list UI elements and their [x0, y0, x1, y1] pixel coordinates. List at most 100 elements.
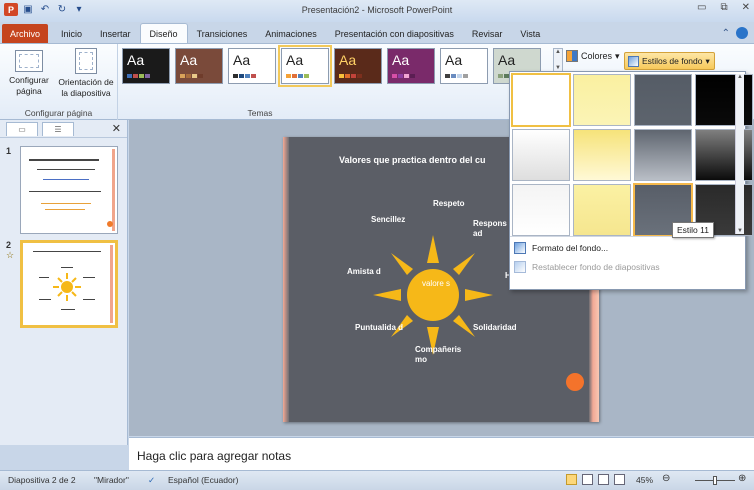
word-solidaridad: Solidaridad	[473, 323, 517, 332]
sun-center-text: valore s	[421, 279, 450, 288]
slide-thumbnail-2[interactable]: 2 ☆	[6, 240, 118, 328]
background-style-swatch[interactable]	[634, 129, 692, 181]
tab-inicio[interactable]: Inicio	[52, 24, 91, 44]
title-bar: P ▣ ↶ ↻ ▾ Presentación2 - Microsoft Powe…	[0, 0, 754, 22]
theme-sample-text: Aa	[180, 52, 198, 68]
tab-insertar[interactable]: Insertar	[91, 24, 140, 44]
tab-vista[interactable]: Vista	[511, 24, 549, 44]
orange-dot	[566, 373, 584, 391]
background-styles-dropdown: ▲ ▼ Formato del fondo... Restablecer fond…	[509, 71, 753, 290]
format-background-icon	[514, 242, 526, 254]
orientacion-button[interactable]: Orientación de la diapositiva	[56, 48, 116, 99]
background-styles-icon	[628, 55, 639, 67]
background-style-swatch[interactable]	[573, 129, 631, 181]
thumb-sun-icon	[39, 267, 95, 310]
zoom-slider-thumb[interactable]	[713, 476, 717, 485]
tab-presentacion[interactable]: Presentación con diapositivas	[326, 24, 463, 44]
theme-thumbnail[interactable]: Aa	[278, 45, 332, 87]
tab-slides-icon[interactable]: ▭	[6, 121, 38, 136]
theme-thumbnail[interactable]: Aa	[175, 48, 223, 84]
configurar-pagina-button[interactable]: Configurar página	[4, 48, 54, 97]
tab-revisar[interactable]: Revisar	[463, 24, 512, 44]
word-puntualidad: Puntualida d	[355, 323, 403, 332]
notes-pane[interactable]: Haga clic para agregar notas	[129, 437, 754, 470]
sun-shape[interactable]	[373, 235, 493, 355]
thumbnail-image	[20, 146, 118, 234]
slide-thumbnail-1[interactable]: 1	[6, 146, 118, 234]
group-label-temas: Temas	[247, 108, 273, 118]
background-style-swatch[interactable]	[573, 184, 631, 236]
slide-number-text: 2	[6, 240, 12, 250]
animation-star-icon: ☆	[6, 250, 15, 260]
slide-title[interactable]: Valores que practica dentro del cu	[339, 155, 486, 165]
word-respeto: Respeto	[433, 199, 465, 208]
tab-archivo[interactable]: Archivo	[2, 24, 49, 44]
spellcheck-icon[interactable]: ✓	[148, 475, 155, 486]
background-style-swatch[interactable]	[511, 73, 571, 127]
slideshow-view-icon[interactable]	[614, 474, 625, 485]
theme-sample-text: Aa	[392, 52, 410, 68]
theme-sample-text: Aa	[445, 52, 463, 68]
style-tooltip: Estilo 11	[672, 222, 714, 238]
word-responsabilidad: Respons ad	[473, 219, 507, 238]
formato-del-fondo-item[interactable]: Formato del fondo...	[514, 240, 608, 256]
close-icon[interactable]: ✕	[742, 2, 750, 13]
slide-number: 2 ☆	[6, 240, 20, 328]
window-title: Presentación2 - Microsoft PowerPoint	[301, 5, 453, 15]
tab-animaciones[interactable]: Animaciones	[256, 24, 326, 44]
theme-thumbnail[interactable]: Aa	[334, 48, 382, 84]
close-panel-icon[interactable]: ✕	[112, 122, 121, 135]
zoom-out-icon[interactable]: ⊖	[662, 473, 670, 484]
status-bar: Diapositiva 2 de 2 "Mirador" ✓ Español (…	[0, 470, 754, 490]
panel-tabs: ▭ ☰ ✕	[0, 120, 127, 138]
background-style-swatch[interactable]	[695, 129, 753, 181]
tab-outline-icon[interactable]: ☰	[42, 121, 74, 136]
formato-label: Formato del fondo...	[532, 243, 609, 253]
thumbnail-image-selected	[20, 240, 118, 328]
restablecer-label: Restablecer fondo de diapositivas	[532, 262, 660, 272]
estilos-de-fondo-label: Estilos de fondo	[642, 56, 703, 66]
tab-transiciones[interactable]: Transiciones	[188, 24, 257, 44]
ribbon-tabs: Archivo Inicio Insertar Diseño Transicio…	[0, 22, 754, 44]
zoom-in-icon[interactable]: ⊕	[738, 473, 746, 484]
theme-thumbnail[interactable]: Aa	[440, 48, 488, 84]
background-style-swatch[interactable]	[634, 74, 692, 126]
minimize-ribbon-icon[interactable]: ⌃	[722, 28, 730, 39]
orientation-icon	[75, 48, 97, 74]
estilos-de-fondo-button[interactable]: Estilos de fondo ▾	[624, 52, 715, 70]
word-companerismo: Compañeris mo	[415, 345, 462, 364]
background-style-swatch[interactable]	[512, 129, 570, 181]
gallery-scrollbar[interactable]: ▲ ▼	[735, 74, 744, 234]
theme-sample-text: Aa	[233, 52, 251, 68]
configurar-pagina-label: Configurar página	[9, 75, 49, 96]
page-setup-icon	[15, 50, 43, 72]
theme-sample-text: Aa	[498, 52, 516, 68]
reset-background-icon	[514, 261, 526, 273]
status-theme: "Mirador"	[94, 475, 129, 485]
help-icon[interactable]	[736, 27, 748, 39]
background-style-swatch[interactable]	[573, 74, 631, 126]
reading-view-icon[interactable]	[598, 474, 609, 485]
sorter-view-icon[interactable]	[582, 474, 593, 485]
word-sencillez: Sencillez	[371, 215, 406, 224]
background-style-grid	[511, 73, 753, 237]
background-style-swatch[interactable]	[512, 184, 570, 236]
slides-panel: ▭ ☰ ✕ 1 2 ☆	[0, 120, 128, 445]
restore-icon[interactable]: ⧉	[720, 2, 727, 13]
word-amistad: Amista d	[347, 267, 381, 276]
colors-icon	[566, 50, 578, 62]
theme-thumbnail[interactable]: Aa	[122, 48, 170, 84]
slide-number: 1	[6, 146, 12, 156]
theme-thumbnail[interactable]: Aa	[228, 48, 276, 84]
tab-diseno[interactable]: Diseño	[139, 23, 188, 44]
normal-view-icon[interactable]	[566, 474, 577, 485]
colores-button[interactable]: Colores ▾	[566, 50, 620, 62]
theme-gallery: Aa Aa Aa Aa Aa Aa Aa Aa	[122, 45, 541, 87]
restablecer-fondo-item[interactable]: Restablecer fondo de diapositivas	[514, 259, 660, 275]
theme-thumbnail[interactable]: Aa	[387, 48, 435, 84]
zoom-level[interactable]: 45%	[636, 475, 653, 485]
theme-sample-text: Aa	[339, 52, 357, 68]
theme-sample-text: Aa	[286, 52, 304, 68]
background-style-swatch[interactable]	[695, 74, 753, 126]
minimize-icon[interactable]: ▭	[697, 2, 706, 13]
